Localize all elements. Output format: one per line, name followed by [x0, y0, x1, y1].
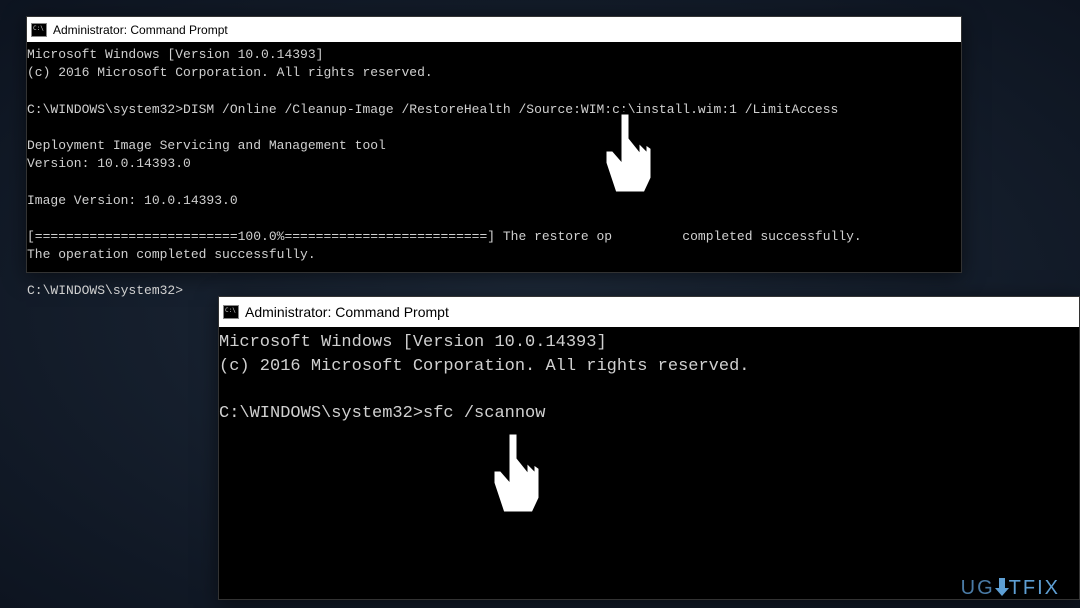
line: C:\WINDOWS\system32>DISM /Online /Cleanu… [27, 102, 838, 117]
watermark-text-2: TFIX [1009, 577, 1060, 599]
arrow-down-icon [995, 578, 1009, 596]
cmd-window-dism[interactable]: Administrator: Command Prompt Microsoft … [26, 16, 962, 273]
line: Microsoft Windows [Version 10.0.14393] [27, 47, 323, 62]
terminal-output[interactable]: Microsoft Windows [Version 10.0.14393] (… [27, 42, 961, 272]
line: [==========================100.0%=======… [27, 229, 862, 244]
watermark-ugetfix: UG TFIX [961, 577, 1060, 600]
line: (c) 2016 Microsoft Corporation. All righ… [27, 65, 433, 80]
cmd-icon [223, 305, 239, 319]
window-title: Administrator: Command Prompt [245, 304, 449, 320]
window-title: Administrator: Command Prompt [53, 23, 228, 37]
line: The operation completed successfully. [27, 247, 316, 262]
watermark-text-1: UG [961, 577, 995, 599]
line: Version: 10.0.14393.0 [27, 156, 191, 171]
cmd-icon [31, 23, 47, 37]
line: Image Version: 10.0.14393.0 [27, 193, 238, 208]
cmd-window-sfc[interactable]: Administrator: Command Prompt Microsoft … [218, 296, 1080, 600]
line: C:\WINDOWS\system32> [27, 283, 183, 298]
line: (c) 2016 Microsoft Corporation. All righ… [219, 357, 750, 376]
terminal-output[interactable]: Microsoft Windows [Version 10.0.14393] (… [219, 327, 1079, 599]
titlebar[interactable]: Administrator: Command Prompt [219, 297, 1079, 327]
line: C:\WINDOWS\system32>sfc /scannow [219, 404, 545, 423]
line: Microsoft Windows [Version 10.0.14393] [219, 333, 607, 352]
line: Deployment Image Servicing and Managemen… [27, 138, 386, 153]
titlebar[interactable]: Administrator: Command Prompt [27, 17, 961, 42]
